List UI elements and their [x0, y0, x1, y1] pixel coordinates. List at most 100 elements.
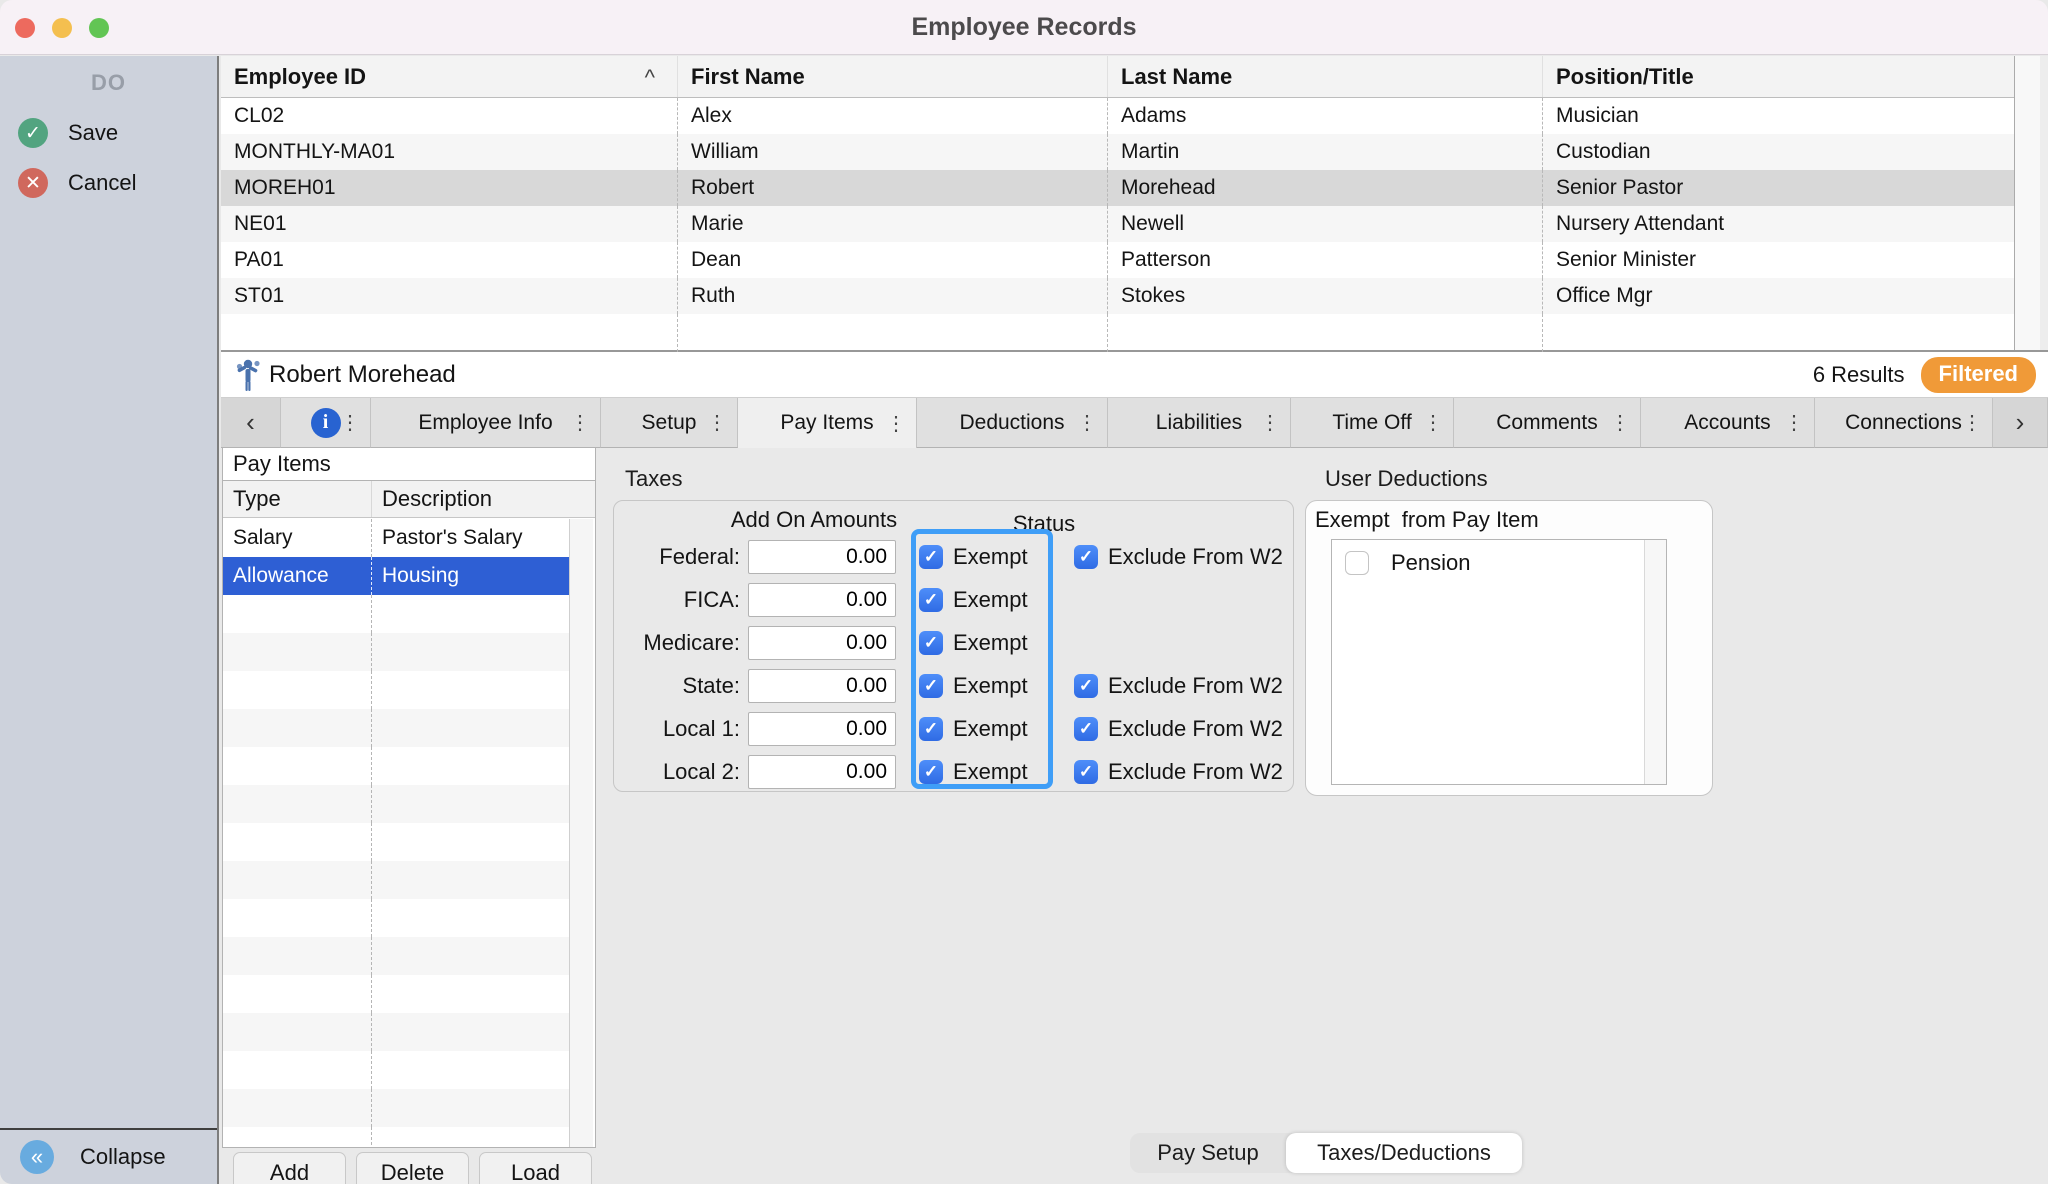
- tab-record-info[interactable]: i⋮: [281, 398, 371, 448]
- table-row[interactable]: MONTHLY-MA01WilliamMartinCustodian: [221, 134, 2048, 170]
- tab-label: Employee Info: [418, 411, 552, 435]
- column-header-position-title[interactable]: Position/Title: [1542, 56, 2014, 97]
- table-edge-strip: [2040, 56, 2048, 350]
- table-row[interactable]: NE01MarieNewellNursery Attendant: [221, 206, 2048, 242]
- table-row[interactable]: CL02AlexAdamsMusician: [221, 98, 2048, 134]
- exclude-w2-checkbox-federal[interactable]: ✓: [1074, 545, 1098, 569]
- pay-items-button-row: Add Delete Load: [233, 1152, 592, 1184]
- table-cell: Alex: [677, 98, 1107, 134]
- amount-input-federal[interactable]: [748, 540, 896, 574]
- tab-setup[interactable]: Setup⋮: [601, 398, 738, 448]
- exempt-option: ✓Exempt: [919, 587, 1028, 613]
- pay-item-description: [371, 709, 569, 747]
- column-type[interactable]: Type: [223, 481, 371, 517]
- tab-overflow-icon[interactable]: ⋮: [1784, 398, 1804, 447]
- amount-input-medicare[interactable]: [748, 626, 896, 660]
- deduction-checkbox-pension[interactable]: [1345, 551, 1369, 575]
- pay-item-empty-row: [223, 671, 569, 709]
- delete-button[interactable]: Delete: [356, 1152, 469, 1184]
- pay-items-list: SalaryPastor's SalaryAllowanceHousing: [223, 519, 569, 1147]
- tab-comments[interactable]: Comments ⋮: [1454, 398, 1641, 448]
- table-cell: CL02: [221, 98, 677, 134]
- column-header-first-name[interactable]: First Name: [677, 56, 1107, 97]
- tab-overflow-icon[interactable]: ⋮: [707, 398, 727, 447]
- exempt-checkbox-fica[interactable]: ✓: [919, 588, 943, 612]
- pay-item-type: [223, 1013, 371, 1051]
- table-cell: Robert: [677, 170, 1107, 206]
- add-button[interactable]: Add: [233, 1152, 346, 1184]
- exempt-checkbox-state[interactable]: ✓: [919, 674, 943, 698]
- tabs-forward-button[interactable]: ›: [1993, 398, 2048, 448]
- tab-overflow-icon[interactable]: ⋮: [570, 398, 590, 447]
- save-check-icon: ✓: [18, 118, 48, 148]
- collapse-sidebar-button[interactable]: « Collapse: [0, 1128, 217, 1184]
- amount-input-fica[interactable]: [748, 583, 896, 617]
- exempt-checkbox-local-1[interactable]: ✓: [919, 717, 943, 741]
- user-deductions-group-box: Exempt from Pay Item Pension: [1305, 500, 1713, 796]
- exclude-w2-checkbox-state[interactable]: ✓: [1074, 674, 1098, 698]
- exempt-checkbox-medicare[interactable]: ✓: [919, 631, 943, 655]
- table-scrollbar-gutter[interactable]: [2014, 56, 2040, 350]
- tab-overflow-icon[interactable]: ⋮: [886, 398, 906, 448]
- pay-item-description: [371, 1089, 569, 1127]
- column-header-last-name[interactable]: Last Name: [1107, 56, 1542, 97]
- column-header-employee-id[interactable]: Employee ID^: [221, 56, 677, 97]
- exclude-w2-option: ✓ Exclude From W2: [1074, 544, 1283, 570]
- tab-overflow-icon[interactable]: ⋮: [1260, 398, 1280, 447]
- amount-input-local-1[interactable]: [748, 712, 896, 746]
- exempt-option: ✓Exempt: [919, 630, 1028, 656]
- pay-item-empty-row: [223, 937, 569, 975]
- pay-item-row[interactable]: AllowanceHousing: [223, 557, 569, 595]
- save-button[interactable]: ✓ Save: [18, 118, 118, 148]
- pay-item-type: [223, 1127, 371, 1147]
- tab-employee-info[interactable]: Employee Info ⋮: [371, 398, 601, 448]
- footer-tab-pay-setup[interactable]: Pay Setup: [1130, 1133, 1286, 1173]
- tab-connections[interactable]: Connections⋮: [1815, 398, 1993, 448]
- taxes-section-label: Taxes: [625, 466, 682, 492]
- pay-item-empty-row: [223, 899, 569, 937]
- tab-overflow-icon[interactable]: ⋮: [340, 398, 360, 447]
- detail-content: Pay Items Type Description SalaryPastor'…: [221, 448, 2048, 1184]
- table-row[interactable]: PA01DeanPattersonSenior Minister: [221, 242, 2048, 278]
- pay-item-type: [223, 671, 371, 709]
- footer-tab-taxes-deductions[interactable]: Taxes/Deductions: [1286, 1133, 1522, 1173]
- exclude-w2-checkbox-local-1[interactable]: ✓: [1074, 717, 1098, 741]
- cancel-label: Cancel: [68, 170, 136, 196]
- tabs-back-button[interactable]: ‹: [221, 398, 281, 448]
- tab-liabilities[interactable]: Liabilities⋮: [1108, 398, 1291, 448]
- tab-overflow-icon[interactable]: ⋮: [1962, 398, 1982, 447]
- user-deductions-scrollbar[interactable]: [1644, 540, 1666, 784]
- exempt-checkbox-federal[interactable]: ✓: [919, 545, 943, 569]
- tab-overflow-icon[interactable]: ⋮: [1077, 398, 1097, 447]
- tax-row-fica: FICA:✓Exempt: [614, 580, 1293, 623]
- tab-overflow-icon[interactable]: ⋮: [1610, 398, 1630, 447]
- tab-label: Time Off: [1332, 411, 1411, 435]
- pay-item-empty-row: [223, 1089, 569, 1127]
- table-cell: Office Mgr: [1542, 278, 2014, 314]
- load-button[interactable]: Load: [479, 1152, 592, 1184]
- amount-input-state[interactable]: [748, 669, 896, 703]
- amount-input-local-2[interactable]: [748, 755, 896, 789]
- tab-overflow-icon[interactable]: ⋮: [1423, 398, 1443, 447]
- exclude-w2-checkbox-local-2[interactable]: ✓: [1074, 760, 1098, 784]
- table-row[interactable]: MOREH01RobertMoreheadSenior Pastor: [221, 170, 2048, 206]
- tab-pay-items[interactable]: Pay Items⋮: [738, 398, 917, 448]
- tab-deductions[interactable]: Deductions⋮: [917, 398, 1108, 448]
- exclude-w2-label: Exclude From W2: [1108, 759, 1283, 785]
- cancel-button[interactable]: ✕ Cancel: [18, 168, 136, 198]
- tab-accounts[interactable]: Accounts⋮: [1641, 398, 1815, 448]
- tax-row-federal: Federal:✓Exempt✓Exclude From W2: [614, 537, 1293, 580]
- exclude-w2-label: Exclude From W2: [1108, 544, 1283, 570]
- tab-time-off[interactable]: Time Off ⋮: [1291, 398, 1454, 448]
- collapse-label: Collapse: [80, 1144, 166, 1170]
- column-description[interactable]: Description: [371, 481, 595, 517]
- table-cell: ST01: [221, 278, 677, 314]
- table-row[interactable]: ST01RuthStokesOffice Mgr: [221, 278, 2048, 314]
- filtered-badge[interactable]: Filtered: [1921, 357, 2036, 393]
- exempt-checkbox-local-2[interactable]: ✓: [919, 760, 943, 784]
- pay-items-scrollbar[interactable]: [569, 519, 593, 1147]
- tab-label: Comments: [1496, 411, 1598, 435]
- pay-item-type: [223, 747, 371, 785]
- pay-item-row[interactable]: SalaryPastor's Salary: [223, 519, 569, 557]
- app-window: Employee Records DO ✓ Save ✕ Cancel « Co…: [0, 0, 2048, 1184]
